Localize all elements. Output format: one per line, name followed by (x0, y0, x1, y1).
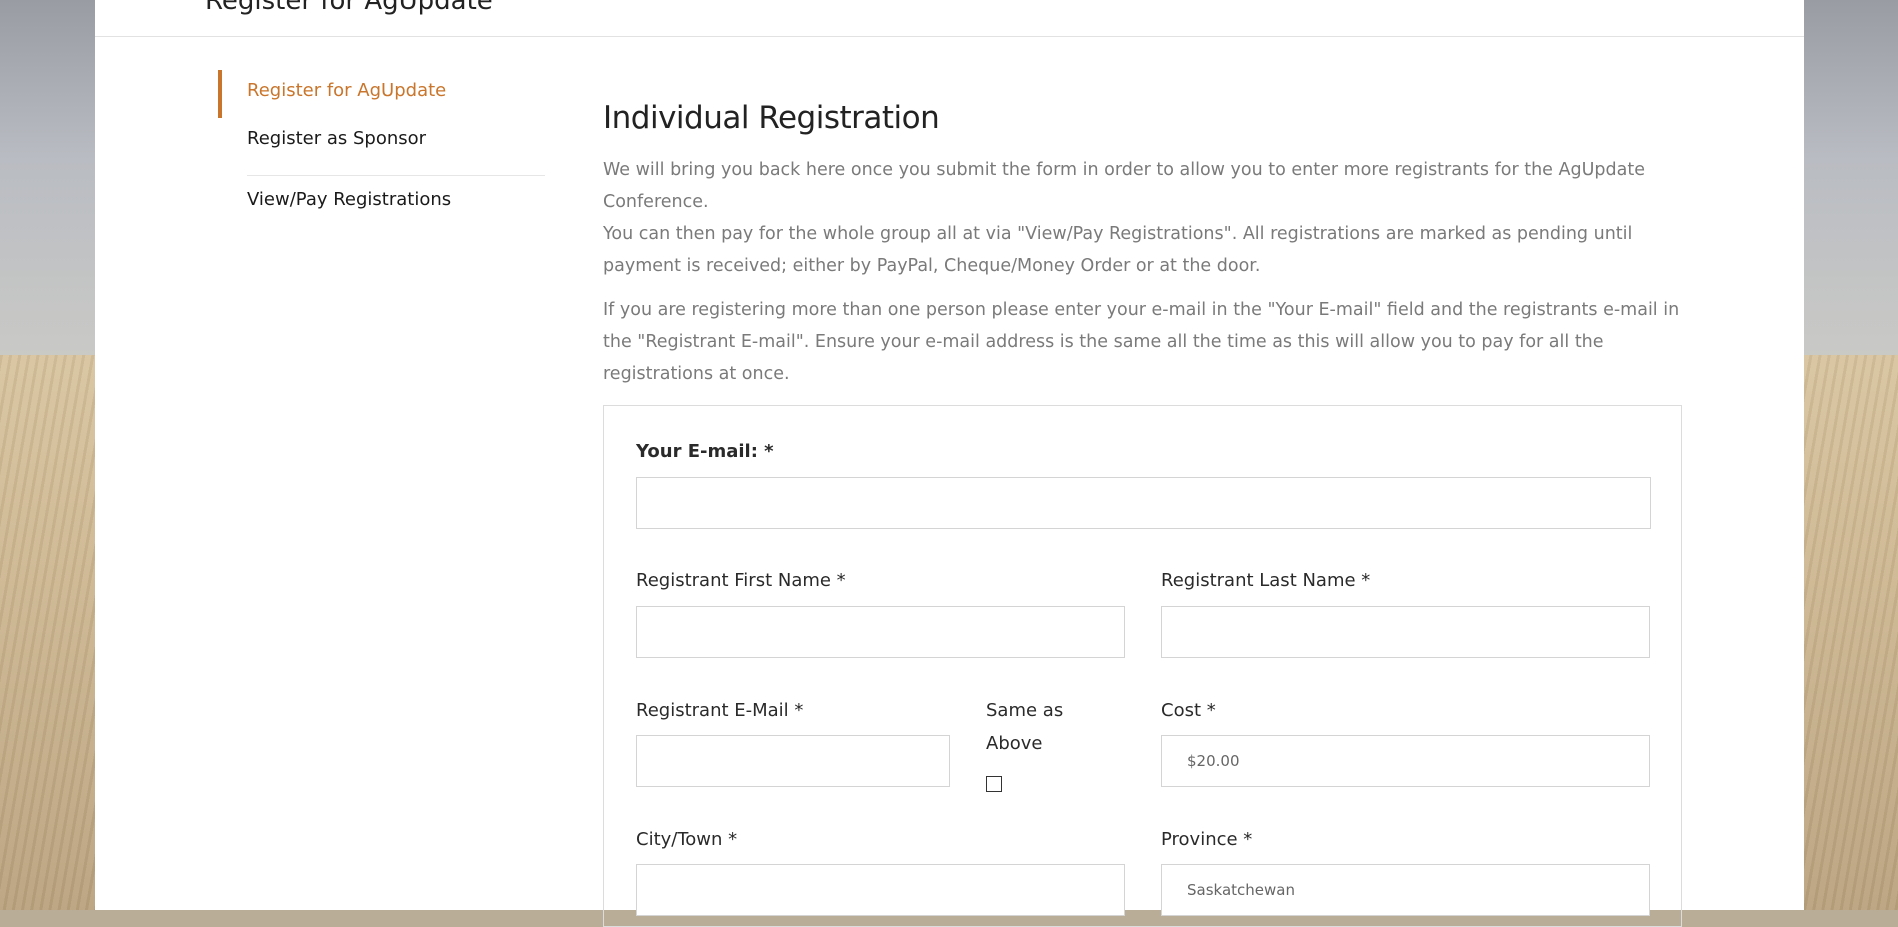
sidebar-item-view-pay-registrations[interactable]: View/Pay Registrations (218, 189, 451, 210)
first-name-input[interactable] (636, 606, 1125, 658)
cost-input[interactable]: $20.00 (1161, 735, 1650, 787)
city-input[interactable] (636, 864, 1125, 916)
intro-paragraph-2: You can then pay for the whole group all… (603, 224, 1633, 276)
content-panel: Register for AgUpdate Register for AgUpd… (95, 0, 1804, 927)
same-as-above-label-1: Same as (986, 700, 1064, 721)
province-label: Province * (1161, 829, 1253, 850)
registrant-email-input[interactable] (636, 735, 950, 787)
your-email-label: Your E-mail: * (636, 441, 774, 462)
intro-text: We will bring you back here once you sub… (603, 154, 1683, 390)
intro-paragraph-3: If you are registering more than one per… (603, 300, 1680, 384)
sidebar-item-register-sponsor[interactable]: Register as Sponsor (218, 128, 426, 149)
same-as-above-checkbox[interactable] (986, 776, 1002, 792)
last-name-label: Registrant Last Name * (1161, 570, 1371, 591)
same-as-above-label-2: Above (986, 733, 1043, 754)
province-select[interactable]: Saskatchewan (1161, 864, 1650, 916)
your-email-input[interactable] (636, 477, 1651, 529)
sidebar-divider (247, 175, 545, 176)
intro-paragraph-1: We will bring you back here once you sub… (603, 160, 1645, 212)
sidebar-item-register-agupdate[interactable]: Register for AgUpdate (218, 70, 446, 118)
page-title: Register for AgUpdate (205, 0, 493, 16)
city-label: City/Town * (636, 829, 738, 850)
cost-label: Cost * (1161, 700, 1216, 721)
first-name-label: Registrant First Name * (636, 570, 846, 591)
page-header: Register for AgUpdate (95, 0, 1804, 37)
last-name-input[interactable] (1161, 606, 1650, 658)
registrant-email-label: Registrant E-Mail * (636, 700, 804, 721)
registration-form: Your E-mail: * Registrant First Name * R… (603, 405, 1682, 927)
form-heading: Individual Registration (603, 100, 940, 136)
